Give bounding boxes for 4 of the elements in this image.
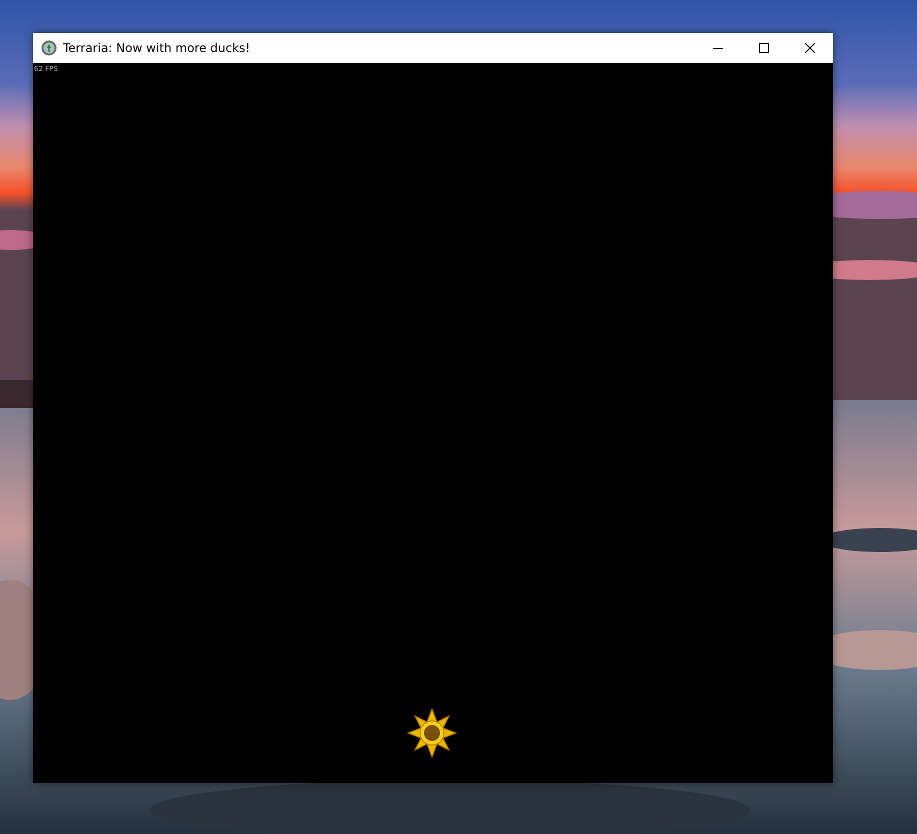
sunflower-icon — [407, 708, 457, 758]
window-title: Terraria: Now with more ducks! — [63, 41, 252, 55]
maximize-icon — [759, 43, 769, 53]
close-icon — [805, 43, 815, 53]
